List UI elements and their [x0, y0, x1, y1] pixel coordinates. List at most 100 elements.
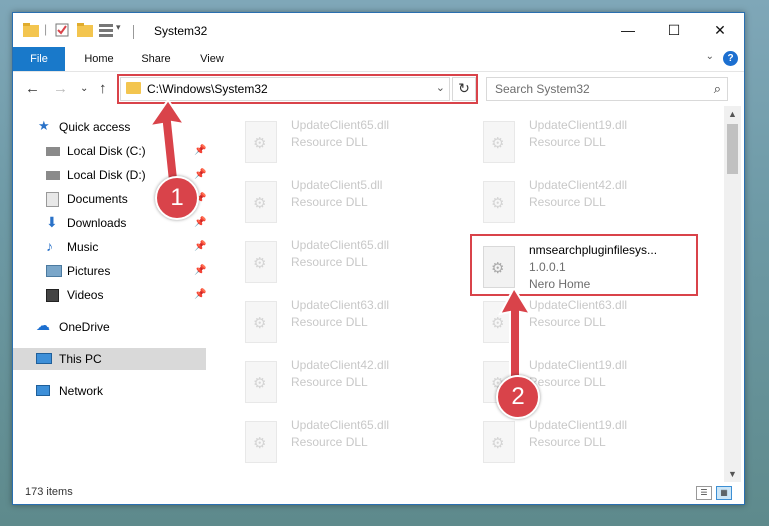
- navigation-pane: ★ Quick access Local Disk (C:) 📌 Local D…: [13, 106, 206, 482]
- sidebar-item-label: Downloads: [67, 216, 127, 230]
- folder-icon: [23, 23, 39, 37]
- pin-icon: 📌: [194, 289, 207, 300]
- file-type: Resource DLL: [529, 315, 606, 329]
- computer-icon: [36, 353, 52, 364]
- title-bar: | ▾ System32 — ☐ ✕: [13, 13, 744, 47]
- file-name: UpdateClient19.dll: [529, 418, 628, 432]
- file-name: UpdateClient5.dll: [291, 178, 383, 192]
- close-button[interactable]: ✕: [697, 13, 743, 47]
- videos-icon: [46, 289, 59, 302]
- file-tile[interactable]: UpdateClient63.dll Resource DLL: [469, 296, 699, 352]
- recent-locations-chevron-icon[interactable]: ⌄: [80, 83, 88, 94]
- help-button[interactable]: ?: [723, 51, 738, 66]
- file-name: UpdateClient42.dll: [529, 178, 628, 192]
- sidebar-item-label: Local Disk (C:): [67, 144, 146, 158]
- toolbar-separator: |: [44, 22, 48, 36]
- sidebar-item-label: Local Disk (D:): [67, 168, 146, 182]
- maximize-button[interactable]: ☐: [651, 13, 697, 47]
- scrollbar-thumb[interactable]: [727, 124, 738, 174]
- star-icon: ★: [38, 118, 50, 133]
- file-type: Resource DLL: [291, 435, 368, 449]
- file-name: UpdateClient19.dll: [529, 358, 628, 372]
- network-icon: [36, 385, 50, 396]
- forward-arrow-icon[interactable]: →: [53, 80, 68, 97]
- sidebar-item-onedrive[interactable]: ☁ OneDrive: [13, 316, 206, 338]
- details-view-button[interactable]: ☰: [696, 486, 712, 500]
- sidebar-item-pictures[interactable]: Pictures 📌: [13, 260, 206, 282]
- minimize-button[interactable]: —: [605, 13, 651, 47]
- sidebar-item-videos[interactable]: Videos 📌: [13, 284, 206, 306]
- dll-file-icon: [245, 121, 277, 163]
- pictures-icon: [46, 265, 62, 277]
- tab-view[interactable]: View: [189, 47, 235, 71]
- sidebar-item-this-pc[interactable]: This PC: [13, 348, 206, 370]
- file-tile[interactable]: UpdateClient63.dll Resource DLL: [231, 296, 461, 352]
- file-tile[interactable]: UpdateClient65.dll Resource DLL: [231, 236, 461, 292]
- customize-toolbar-icon[interactable]: [99, 23, 113, 37]
- new-folder-icon[interactable]: [77, 23, 93, 37]
- file-name: UpdateClient65.dll: [291, 418, 390, 432]
- file-tile[interactable]: UpdateClient5.dll Resource DLL: [231, 176, 461, 232]
- large-icons-view-icon: ▦: [720, 488, 728, 497]
- file-name: UpdateClient19.dll: [529, 118, 628, 132]
- large-icons-view-button[interactable]: ▦: [716, 486, 732, 500]
- explorer-window: | ▾ System32 — ☐ ✕ File Home Share View …: [12, 12, 745, 505]
- title-separator: [133, 25, 134, 39]
- sidebar-item-quick-access[interactable]: ★ Quick access: [13, 116, 206, 138]
- address-highlight-box: [117, 74, 478, 104]
- pin-icon: 📌: [194, 241, 207, 252]
- chevron-down-icon[interactable]: ▾: [116, 22, 121, 33]
- file-highlight-box: [470, 234, 698, 296]
- download-icon: ⬇: [46, 214, 58, 230]
- scroll-down-arrow-icon[interactable]: ▼: [728, 469, 737, 479]
- sidebar-item-network[interactable]: Network: [13, 380, 206, 402]
- tab-file[interactable]: File: [13, 47, 65, 71]
- file-tile[interactable]: UpdateClient42.dll Resource DLL: [469, 176, 699, 232]
- up-arrow-icon[interactable]: ↑: [99, 80, 107, 97]
- file-tile[interactable]: UpdateClient65.dll Resource DLL: [231, 116, 461, 172]
- file-type: Resource DLL: [291, 375, 368, 389]
- navigation-bar: ← → ⌄ ↑ C:\Windows\System32 ⌄ ↻ Search S…: [13, 72, 744, 106]
- file-list: UpdateClient65.dll Resource DLL UpdateCl…: [221, 106, 723, 482]
- file-type: Resource DLL: [529, 195, 606, 209]
- file-tile[interactable]: UpdateClient65.dll Resource DLL: [231, 416, 461, 472]
- file-type: Resource DLL: [291, 255, 368, 269]
- file-tile[interactable]: UpdateClient42.dll Resource DLL: [231, 356, 461, 412]
- dll-file-icon: [245, 301, 277, 343]
- search-input[interactable]: Search System32 ⌕: [486, 77, 728, 101]
- cloud-icon: ☁: [36, 317, 50, 333]
- dll-file-icon: [245, 181, 277, 223]
- sidebar-item-label: Music: [67, 240, 99, 254]
- step-2-badge: 2: [496, 375, 540, 419]
- file-name: UpdateClient42.dll: [291, 358, 390, 372]
- sidebar-item-label: Videos: [67, 288, 104, 302]
- scroll-up-arrow-icon[interactable]: ▲: [728, 109, 737, 119]
- sidebar-item-label: Pictures: [67, 264, 111, 278]
- file-tile[interactable]: UpdateClient19.dll Resource DLL: [469, 416, 699, 472]
- ribbon: File Home Share View ⌄ ?: [13, 47, 744, 72]
- file-type: Resource DLL: [291, 195, 368, 209]
- dll-file-icon: [245, 361, 277, 403]
- sidebar-item-label: Quick access: [59, 120, 131, 134]
- file-type: Resource DLL: [291, 135, 368, 149]
- back-arrow-icon[interactable]: ←: [25, 80, 40, 97]
- file-name: UpdateClient63.dll: [529, 298, 628, 312]
- pin-icon: 📌: [194, 217, 207, 228]
- file-name: UpdateClient63.dll: [291, 298, 390, 312]
- chevron-down-icon[interactable]: ⌄: [706, 51, 714, 62]
- tab-share[interactable]: Share: [133, 47, 179, 71]
- drive-icon: [46, 171, 60, 180]
- file-tile[interactable]: UpdateClient19.dll Resource DLL: [469, 116, 699, 172]
- properties-icon[interactable]: [55, 23, 69, 37]
- vertical-scrollbar[interactable]: ▲ ▼: [724, 106, 741, 482]
- sidebar-item-label: Documents: [67, 192, 128, 206]
- status-bar: 173 items ☰ ▦: [13, 482, 744, 504]
- tab-home[interactable]: Home: [75, 47, 123, 71]
- sidebar-item-label: Network: [59, 384, 104, 398]
- music-icon: ♪: [46, 238, 53, 254]
- file-type: Resource DLL: [529, 135, 606, 149]
- sidebar-item-label: This PC: [59, 352, 102, 366]
- pin-icon: 📌: [194, 169, 207, 180]
- sidebar-item-local-disk-c[interactable]: Local Disk (C:) 📌: [13, 140, 206, 162]
- sidebar-item-music[interactable]: ♪ Music 📌: [13, 236, 206, 258]
